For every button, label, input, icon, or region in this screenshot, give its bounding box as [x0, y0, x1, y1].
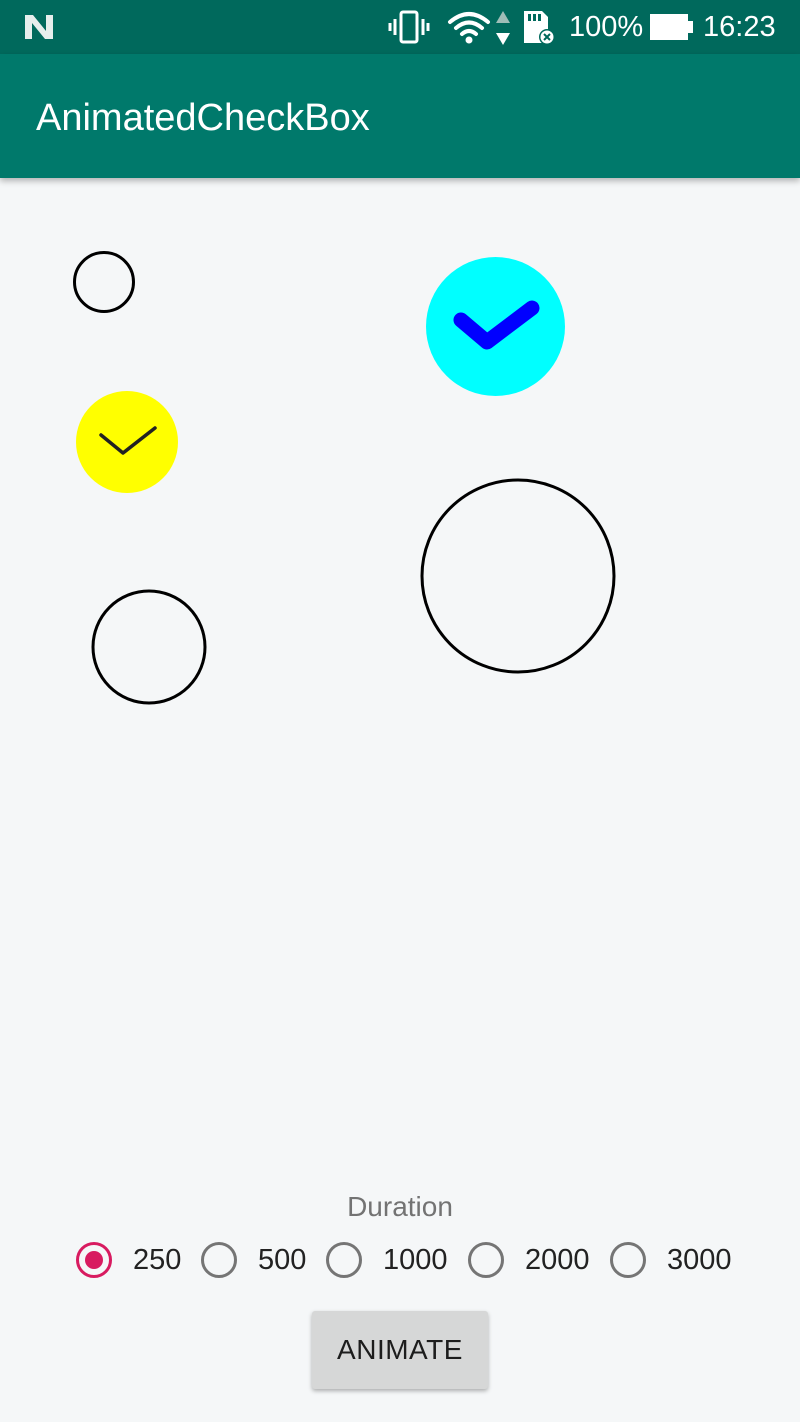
radio-button[interactable]	[468, 1242, 504, 1278]
wifi-icon	[448, 12, 490, 44]
checkbox-fill	[76, 391, 178, 493]
clock: 16:23	[703, 11, 776, 43]
animate-button[interactable]: ANIMATE	[312, 1311, 488, 1389]
checkbox-yellow-checked[interactable]	[76, 391, 178, 493]
checkbox-small-unchecked[interactable]	[72, 250, 136, 314]
radio-button[interactable]	[326, 1242, 362, 1278]
vibrate-icon	[388, 10, 430, 44]
battery-percent: 100%	[569, 11, 644, 43]
duration-label: Duration	[347, 1191, 453, 1222]
radio-button-checked[interactable]	[76, 1242, 112, 1278]
sd-card-icon	[524, 11, 555, 45]
radio-label: 2000	[525, 1244, 590, 1276]
radio-label: 250	[133, 1244, 182, 1276]
radio-button[interactable]	[201, 1242, 237, 1278]
data-arrows-icon	[496, 11, 510, 45]
radio-button[interactable]	[610, 1242, 646, 1278]
checkbox-medium-unchecked[interactable]	[89, 588, 209, 706]
checkbox-large-unchecked[interactable]	[419, 477, 617, 675]
status-bar: 100% 16:23	[0, 0, 800, 54]
checkbox-cyan-checked[interactable]	[426, 257, 565, 396]
radio-label: 1000	[383, 1244, 448, 1276]
radio-label: 3000	[667, 1244, 732, 1276]
app-title: AnimatedCheckBox	[36, 97, 370, 139]
radio-label: 500	[258, 1244, 307, 1276]
n-logo-icon	[25, 15, 53, 39]
duration-radio-group: 250 500 1000 2000 3000	[0, 1240, 800, 1286]
battery-icon	[650, 14, 693, 40]
